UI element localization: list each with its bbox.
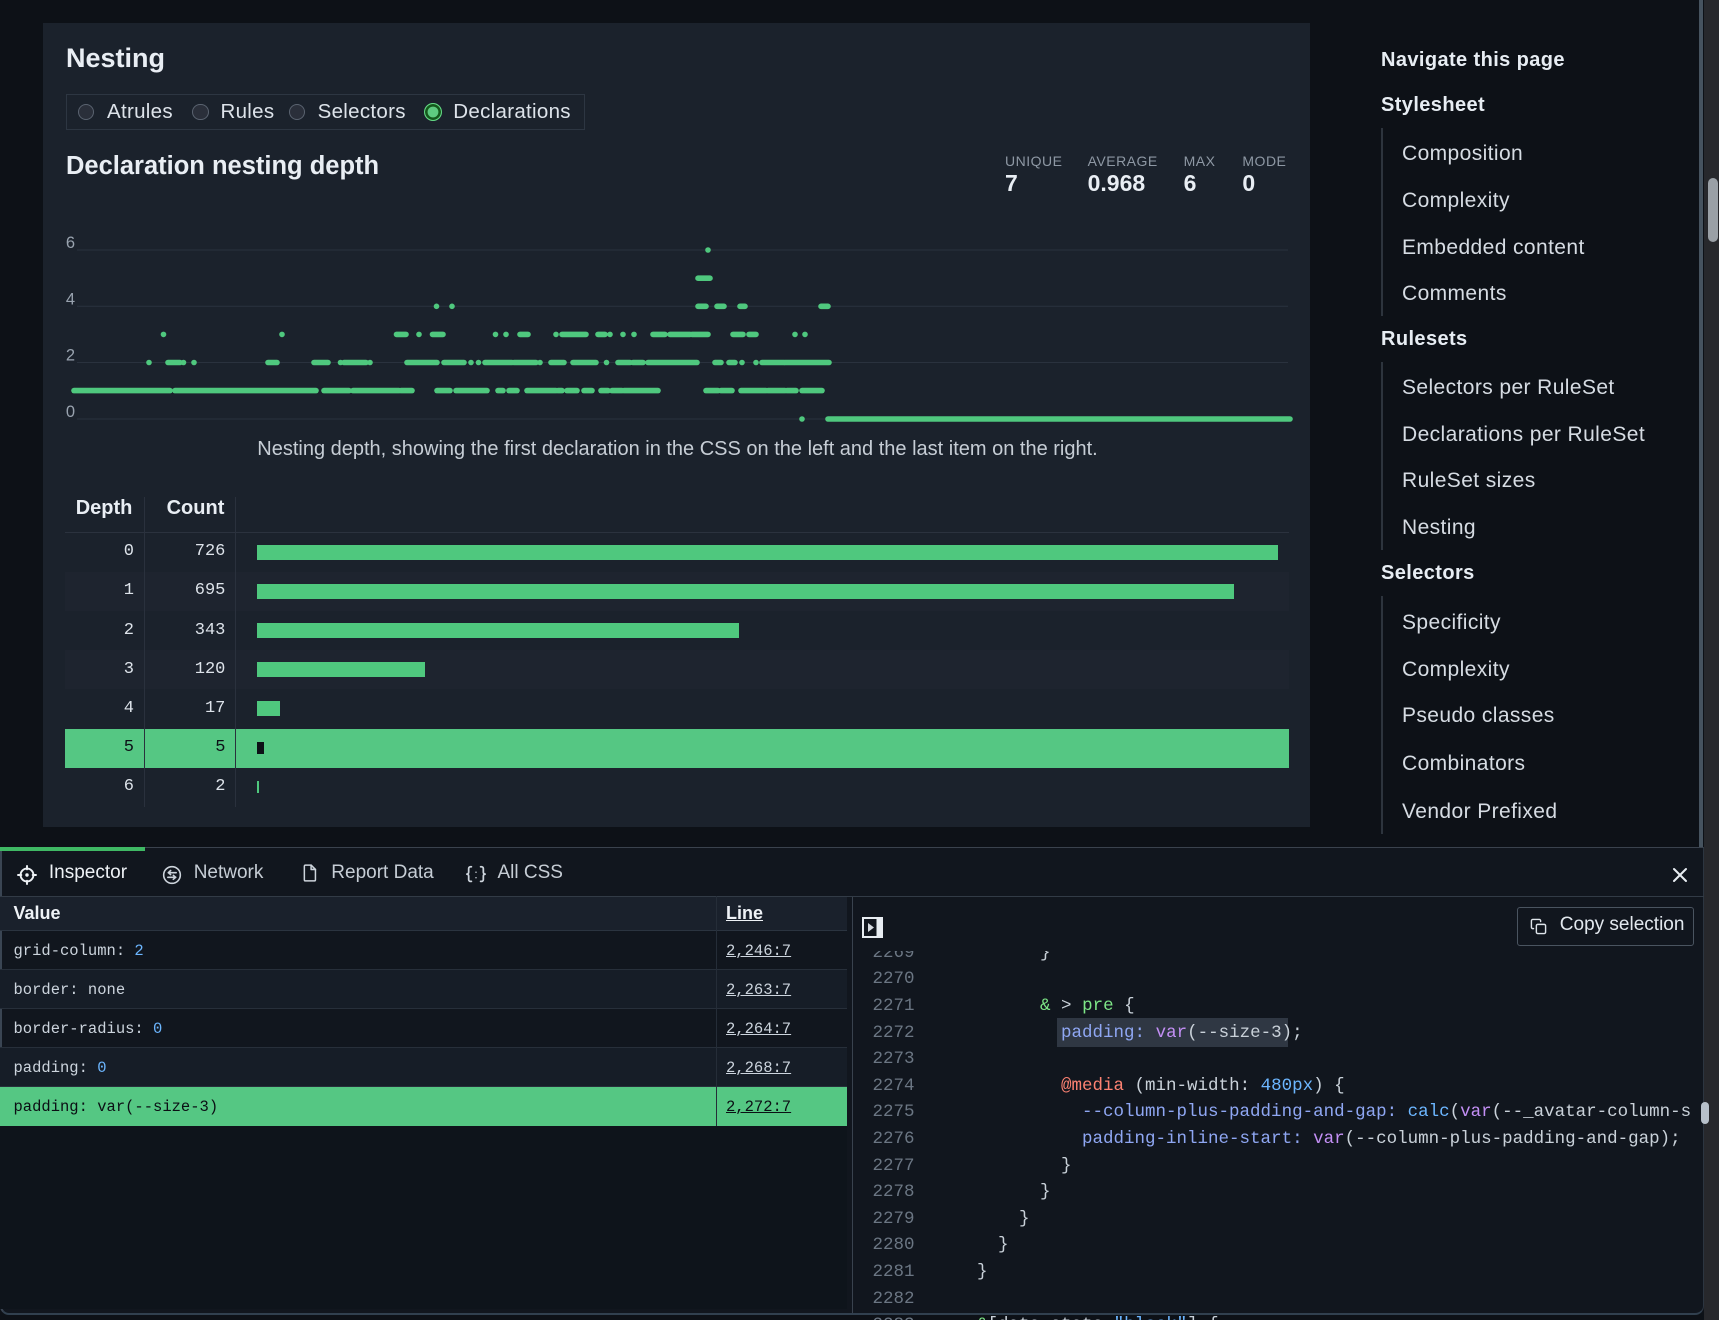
svg-text:6: 6 [66, 234, 75, 252]
svg-text:4: 4 [66, 290, 75, 308]
svg-text:2: 2 [66, 347, 75, 365]
svg-text:0: 0 [66, 403, 75, 421]
